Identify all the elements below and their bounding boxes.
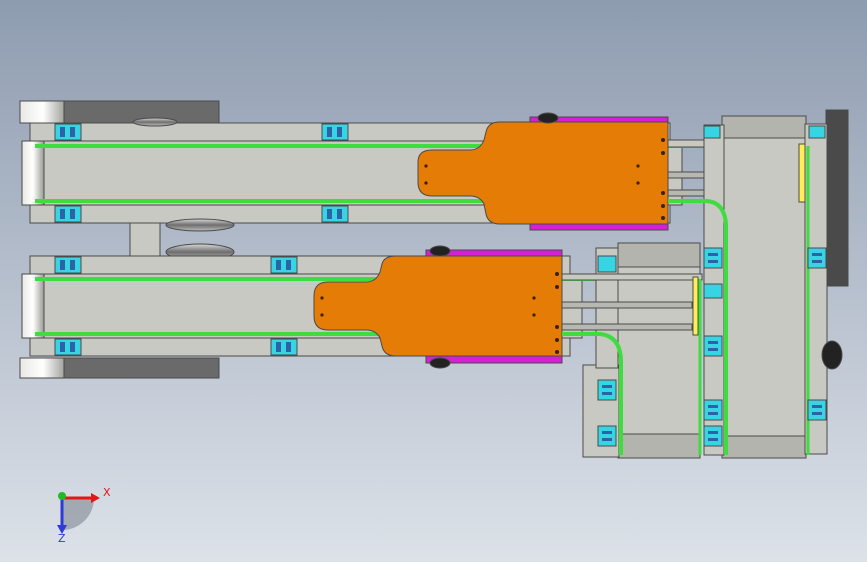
clip: [321, 123, 349, 141]
upper-under-roller: [165, 218, 235, 232]
z-axis-label: Z: [58, 532, 66, 545]
clip: [321, 205, 349, 223]
right-wheel: [821, 340, 843, 370]
right-drum: [721, 115, 807, 457]
clip: [54, 205, 82, 223]
upper-end-cap-left: [19, 100, 67, 124]
yellow-bar: [798, 143, 806, 203]
lower-drive-wheel-bottom: [429, 357, 451, 369]
right-drum-cap-top: [721, 115, 807, 139]
upper-pulley: [21, 140, 45, 206]
cad-viewport[interactable]: X Z: [0, 0, 867, 562]
right-motor: [825, 109, 849, 287]
lower-bottom-guard: [63, 357, 220, 379]
assembly-drawing: X Z: [0, 0, 867, 562]
yellow-bar: [692, 276, 699, 336]
lower-pulley: [21, 273, 45, 339]
y-axis-dot: [58, 492, 66, 500]
lower-end-cap-left: [19, 357, 67, 379]
shaft: [561, 301, 693, 309]
connector-column: [129, 222, 161, 258]
upper-top-roller: [132, 117, 178, 127]
x-axis-label: X: [103, 486, 111, 499]
right-drum-cap-bottom: [721, 435, 807, 459]
lower-drive-wheel-top: [429, 245, 451, 257]
upper-drive-wheel: [537, 112, 559, 124]
clip: [54, 123, 82, 141]
shaft: [561, 273, 703, 281]
shaft: [561, 323, 693, 331]
